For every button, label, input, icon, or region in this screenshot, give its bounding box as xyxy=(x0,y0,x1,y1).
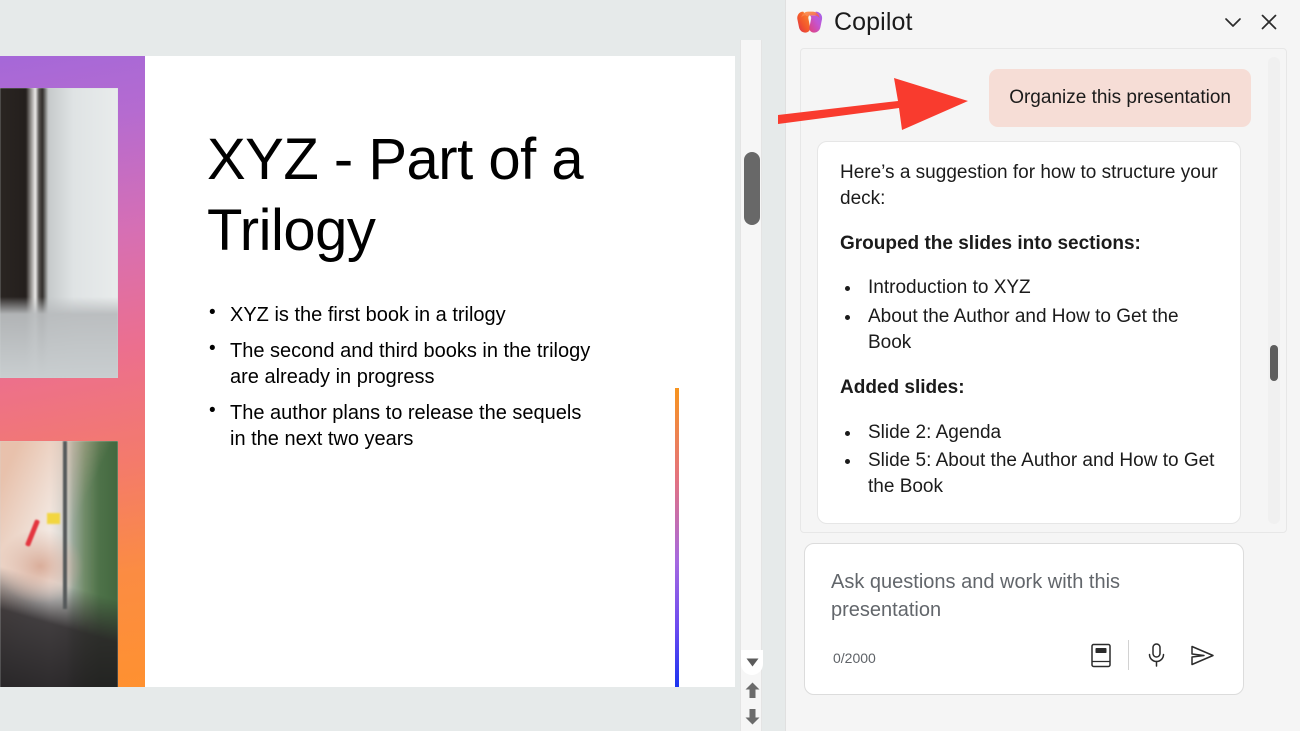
chat-composer[interactable]: Ask questions and work with this present… xyxy=(804,543,1244,695)
copilot-panel: Copilot Organize this presentation Here’… xyxy=(785,0,1300,731)
composer-divider xyxy=(1128,640,1129,670)
list-item: Introduction to XYZ xyxy=(862,275,1218,301)
dictate-button[interactable] xyxy=(1133,634,1179,676)
copilot-logo-icon xyxy=(797,11,823,33)
character-count: 0/2000 xyxy=(833,650,876,666)
conversation-scrollbar[interactable] xyxy=(1268,57,1280,524)
slide-bullet-item[interactable]: XYZ is the first book in a trilogy xyxy=(203,301,593,328)
caret-down-icon xyxy=(746,658,758,667)
response-section2-heading: Added slides: xyxy=(840,377,965,399)
response-section1-heading: Grouped the slides into sections: xyxy=(840,232,1141,254)
user-message-bubble[interactable]: Organize this presentation xyxy=(989,69,1251,127)
book-icon xyxy=(1090,643,1111,667)
response-intro: Here’s a suggestion for how to structure… xyxy=(840,162,1218,209)
chat-input-placeholder[interactable]: Ask questions and work with this present… xyxy=(831,568,1161,625)
slide-canvas[interactable]: XYZ - Part of a Trilogy XYZ is the first… xyxy=(0,56,735,687)
assistant-response-card: Here’s a suggestion for how to structure… xyxy=(817,141,1241,524)
microphone-icon xyxy=(1148,643,1164,667)
slide-image-whiteboard[interactable] xyxy=(0,441,118,687)
bookshelf-photo-content xyxy=(0,88,118,378)
list-item: Slide 5: About the Author and How to Get… xyxy=(862,448,1218,500)
double-chevron-up-icon xyxy=(745,682,759,698)
app-root: XYZ - Part of a Trilogy XYZ is the first… xyxy=(0,0,1300,731)
prompt-guide-button[interactable] xyxy=(1078,634,1124,676)
list-item: Slide 2: Agenda xyxy=(862,420,1218,446)
slide-accent-line xyxy=(675,388,679,687)
response-section2-list: Slide 2: Agenda Slide 5: About the Autho… xyxy=(862,420,1218,501)
powerpoint-slide-area: XYZ - Part of a Trilogy XYZ is the first… xyxy=(0,0,785,731)
close-icon xyxy=(1261,14,1277,30)
list-item: About the Author and How to Get the Book xyxy=(862,304,1218,356)
whiteboard-photo-content xyxy=(0,441,118,687)
slide-vertical-scrollbar[interactable] xyxy=(740,40,763,731)
slide-scrollbar-thumb[interactable] xyxy=(744,152,760,225)
send-icon xyxy=(1190,645,1214,665)
copilot-header: Copilot xyxy=(786,0,1300,44)
slide-bullet-list[interactable]: XYZ is the first book in a trilogy The s… xyxy=(203,301,593,462)
board-edge xyxy=(63,441,67,609)
next-slide-button[interactable] xyxy=(741,704,763,729)
conversation-scroll-region[interactable]: Organize this presentation Here’s a sugg… xyxy=(800,48,1287,533)
previous-slide-button[interactable] xyxy=(741,678,763,703)
sticky-note xyxy=(47,513,60,524)
conversation-scrollbar-thumb[interactable] xyxy=(1270,345,1278,381)
chevron-down-icon xyxy=(1225,18,1241,27)
slide-image-bookshelf[interactable] xyxy=(0,88,118,378)
slide-bullet-item[interactable]: The author plans to release the sequels … xyxy=(203,399,593,452)
response-section1-list: Introduction to XYZ About the Author and… xyxy=(862,275,1218,356)
double-chevron-down-icon xyxy=(745,709,759,725)
copilot-title: Copilot xyxy=(834,7,913,36)
marker-pen xyxy=(24,519,41,547)
send-button[interactable] xyxy=(1179,634,1225,676)
scroll-down-button[interactable] xyxy=(741,650,763,675)
slide-bullet-item[interactable]: The second and third books in the trilog… xyxy=(203,337,593,390)
slide-title[interactable]: XYZ - Part of a Trilogy xyxy=(207,125,627,267)
composer-actions xyxy=(1078,634,1225,676)
close-button[interactable] xyxy=(1251,6,1287,38)
minimize-button[interactable] xyxy=(1215,6,1251,38)
